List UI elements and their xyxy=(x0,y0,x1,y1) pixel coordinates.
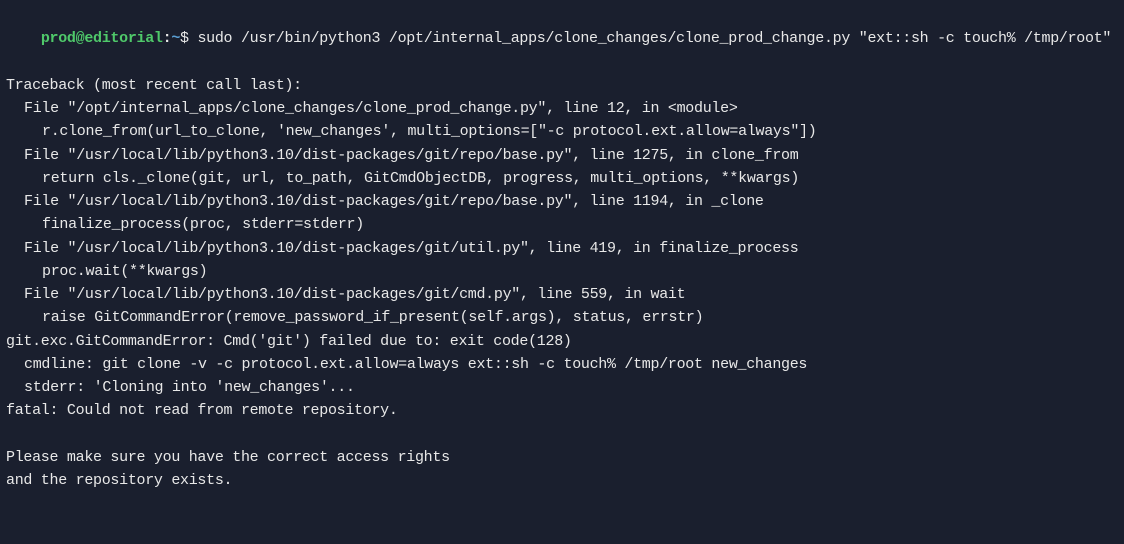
traceback-header: Traceback (most recent call last): xyxy=(6,74,1118,97)
traceback-file-line: File "/opt/internal_apps/clone_changes/c… xyxy=(6,97,1118,120)
prompt-path: ~ xyxy=(171,30,180,47)
blank-line xyxy=(6,423,1118,446)
cmdline-line: cmdline: git clone -v -c protocol.ext.al… xyxy=(6,353,1118,376)
command-text: sudo /usr/bin/python3 /opt/internal_apps… xyxy=(197,30,1111,47)
traceback-file-line: File "/usr/local/lib/python3.10/dist-pac… xyxy=(6,237,1118,260)
traceback-file-line: File "/usr/local/lib/python3.10/dist-pac… xyxy=(6,190,1118,213)
prompt-line: prod@editorial:~$ sudo /usr/bin/python3 … xyxy=(6,4,1118,74)
hint-line: and the repository exists. xyxy=(6,469,1118,492)
terminal-screen[interactable]: prod@editorial:~$ sudo /usr/bin/python3 … xyxy=(6,4,1118,492)
traceback-code-line: proc.wait(**kwargs) xyxy=(6,260,1118,283)
traceback-file-line: File "/usr/local/lib/python3.10/dist-pac… xyxy=(6,144,1118,167)
stderr-line: stderr: 'Cloning into 'new_changes'... xyxy=(6,376,1118,399)
traceback-code-line: finalize_process(proc, stderr=stderr) xyxy=(6,213,1118,236)
traceback-code-line: return cls._clone(git, url, to_path, Git… xyxy=(6,167,1118,190)
fatal-line: fatal: Could not read from remote reposi… xyxy=(6,399,1118,422)
error-type-line: git.exc.GitCommandError: Cmd('git') fail… xyxy=(6,330,1118,353)
prompt-dollar: $ xyxy=(180,30,197,47)
traceback-file-line: File "/usr/local/lib/python3.10/dist-pac… xyxy=(6,283,1118,306)
traceback-code-line: raise GitCommandError(remove_password_if… xyxy=(6,306,1118,329)
prompt-user-host: prod@editorial xyxy=(41,30,163,47)
hint-line: Please make sure you have the correct ac… xyxy=(6,446,1118,469)
traceback-code-line: r.clone_from(url_to_clone, 'new_changes'… xyxy=(6,120,1118,143)
